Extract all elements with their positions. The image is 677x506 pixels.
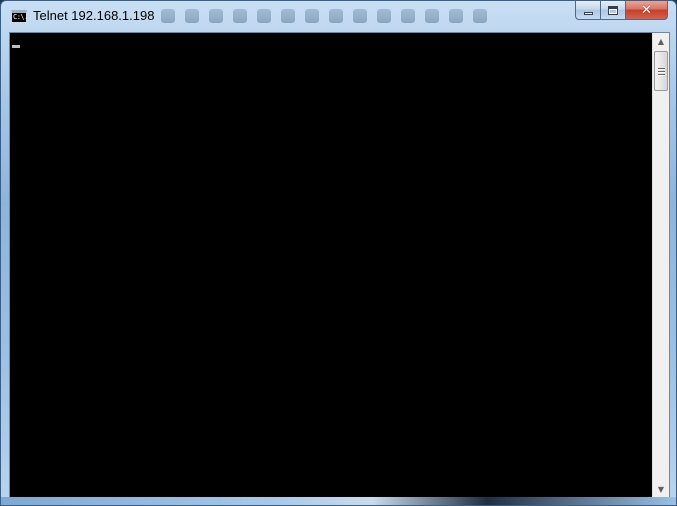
caption-buttons: ✕ [575,1,668,20]
background-ghost-icon [281,9,295,23]
background-ghost-icon [401,9,415,23]
background-ghost-icon [473,9,487,23]
background-ghost-icon [305,9,319,23]
background-ghost-icon [329,9,343,23]
background-ghost-icon [161,9,175,23]
thumb-grip-line [657,70,665,72]
minimize-button[interactable] [575,1,600,20]
background-ghost-icon [449,9,463,23]
window-title: Telnet 192.168.1.198 [33,8,155,23]
scroll-up-button[interactable]: ▲ [653,33,669,50]
console-window-icon[interactable]: C:\. [11,10,28,23]
close-icon: ✕ [641,2,652,18]
vertical-scrollbar[interactable]: ▲ ▼ [652,33,669,498]
background-ghost-icon [377,9,391,23]
minimize-icon [583,11,593,15]
console-output[interactable] [10,33,652,498]
background-ghost-icon [185,9,199,23]
thumb-grip-line [657,73,665,75]
maximize-icon [608,5,618,15]
blurred-background-toolbar [161,6,561,26]
window-bottom-border [1,497,676,505]
console-icon-label: C:\. [13,13,28,21]
scroll-down-button[interactable]: ▼ [653,481,669,498]
scroll-down-arrow-icon: ▼ [657,484,665,494]
background-ghost-icon [233,9,247,23]
background-ghost-icon [425,9,439,23]
telnet-window: C:\. Telnet 192.168.1.198 ✕ ▲ ▼ [0,0,677,506]
console-client-area: ▲ ▼ [9,32,670,499]
scrollbar-thumb[interactable] [654,51,668,91]
title-bar[interactable]: C:\. Telnet 192.168.1.198 ✕ [1,1,676,32]
maximize-button[interactable] [600,1,625,20]
text-cursor [12,45,20,48]
scroll-up-arrow-icon: ▲ [657,36,665,46]
background-ghost-icon [257,9,271,23]
thumb-grip-line [657,67,665,69]
background-ghost-icon [209,9,223,23]
close-button[interactable]: ✕ [625,1,668,20]
background-ghost-icon [353,9,367,23]
